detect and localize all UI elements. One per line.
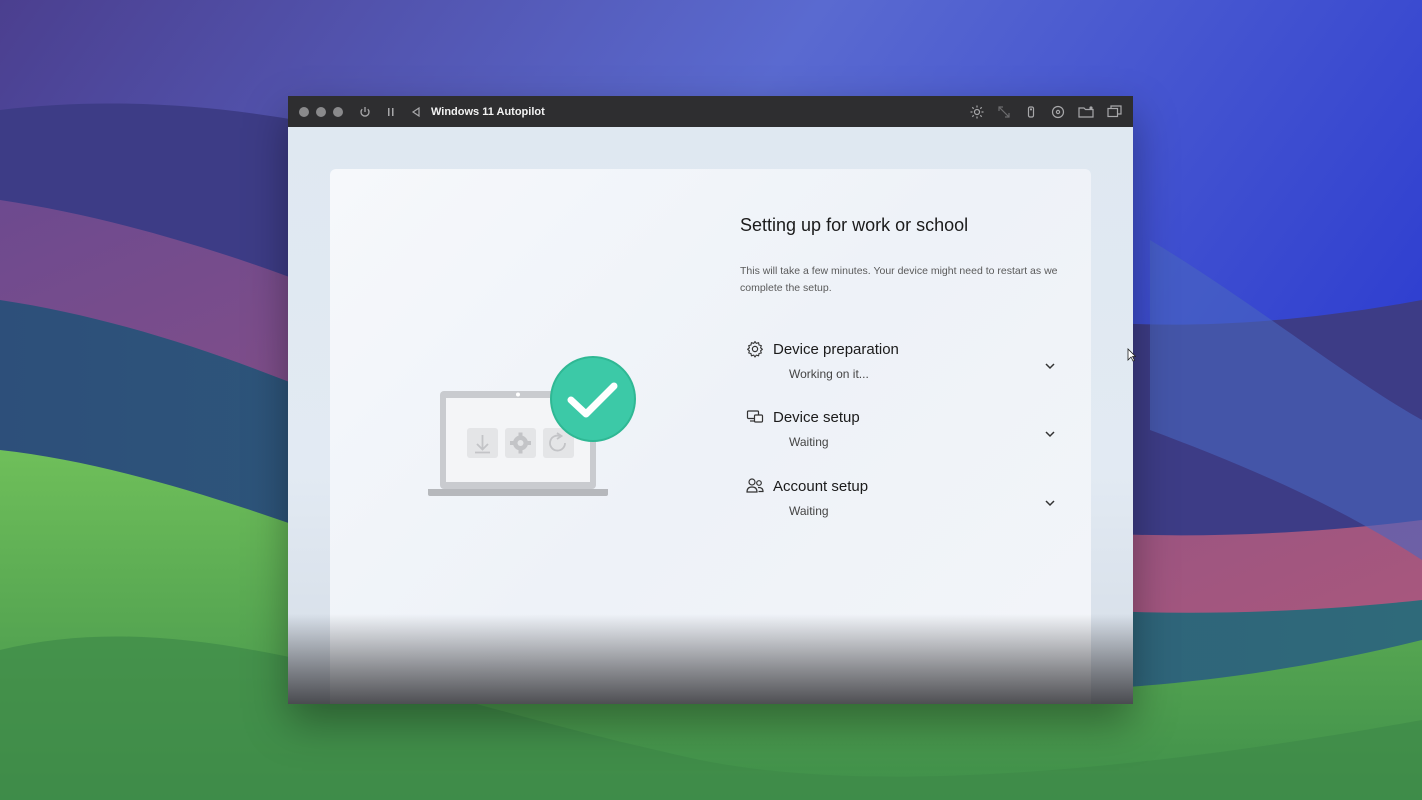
step-status: Waiting	[789, 435, 829, 449]
step-status: Waiting	[789, 504, 829, 518]
window-titlebar[interactable]: Windows 11 Autopilot	[288, 96, 1133, 127]
zoom-window-button[interactable]	[333, 106, 343, 117]
guest-screen: Setting up for work or school This will …	[288, 127, 1133, 704]
window-title: Windows 11 Autopilot	[431, 105, 545, 118]
window-controls	[299, 106, 343, 117]
step-account-setup[interactable]: Account setup Waiting	[746, 476, 1056, 524]
toolbar-right	[970, 104, 1122, 119]
brightness-icon[interactable]	[970, 105, 984, 119]
step-device-preparation[interactable]: Device preparation Working on it...	[746, 339, 1056, 387]
mouse-cursor-icon	[1127, 347, 1137, 366]
page-title: Setting up for work or school	[740, 215, 969, 235]
devices-icon	[746, 408, 764, 430]
usb-icon[interactable]	[1024, 105, 1038, 119]
back-icon[interactable]	[411, 106, 421, 117]
setup-illustration	[426, 353, 646, 507]
chevron-down-icon[interactable]	[1044, 355, 1056, 374]
people-icon	[746, 477, 764, 499]
setup-card: Setting up for work or school This will …	[330, 169, 1091, 704]
chevron-down-icon[interactable]	[1044, 423, 1056, 442]
windows-overlap-icon[interactable]	[1107, 104, 1122, 119]
close-window-button[interactable]	[299, 106, 309, 117]
chevron-down-icon[interactable]	[1044, 492, 1056, 511]
resize-icon[interactable]	[997, 105, 1011, 119]
pause-icon[interactable]	[387, 107, 395, 117]
disc-icon[interactable]	[1051, 105, 1065, 119]
step-name: Device preparation	[773, 341, 899, 358]
page-subtitle: This will take a few minutes. Your devic…	[740, 265, 1058, 294]
gear-icon	[746, 340, 764, 362]
minimize-window-button[interactable]	[316, 106, 326, 117]
step-status: Working on it...	[789, 367, 869, 381]
step-name: Account setup	[773, 478, 869, 495]
step-device-setup[interactable]: Device setup Waiting	[746, 407, 1056, 455]
folder-share-icon[interactable]	[1078, 105, 1094, 119]
step-name: Device setup	[773, 409, 860, 426]
power-icon[interactable]	[359, 106, 371, 118]
vm-window: Windows 11 Autopilot Setting up for work…	[288, 96, 1133, 704]
